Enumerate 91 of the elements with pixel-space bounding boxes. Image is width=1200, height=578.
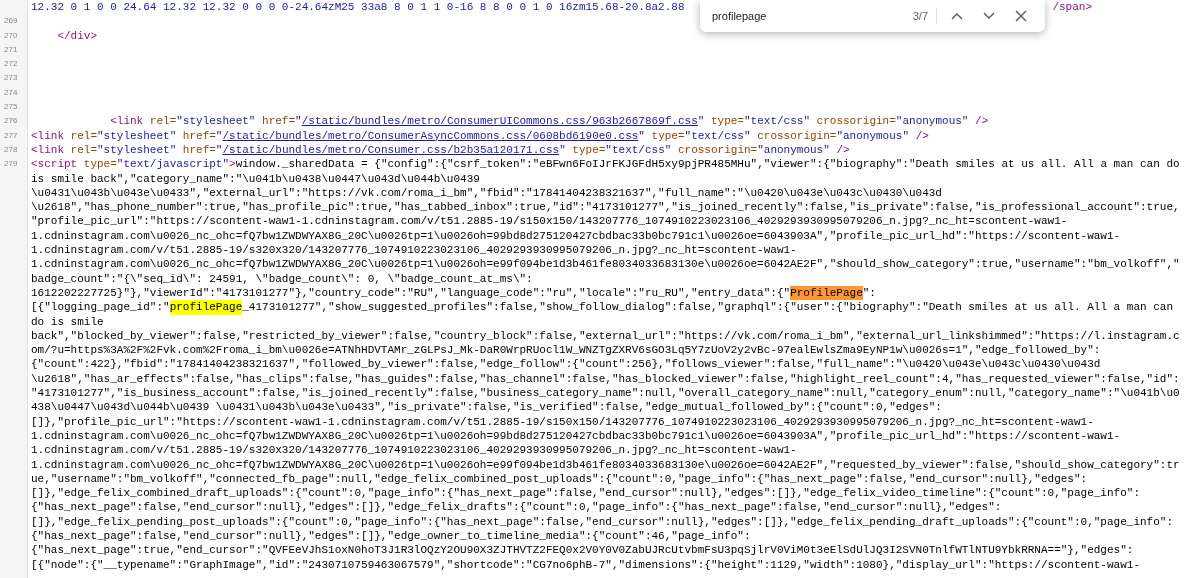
line-number: 274 (4, 87, 18, 97)
attribute-value: "stylesheet" (176, 114, 257, 129)
attribute-value: "anonymous" (836, 128, 911, 143)
script-text: 438\u0447\u043d\u044b\u0439 \u0431\u043b\u043e\u0433","is_private":false,"is_verified":false,"edge_mutual_followed_by":{"count":0,"edges": (31, 400, 942, 415)
attribute-value: " (215, 128, 223, 143)
script-text: ": (862, 285, 876, 301)
script-text: window._sharedData = {"config":{"csrf_token":"eBFwn6FoIJrFKJGFdH5xy9pjPR485MHu","viewer":{"biography":"Death smiles at us all. All a man can do (235, 157, 1180, 172)
script-text: is smile back","category_name":"\u041b\u0438\u0447\u043d\u044b\u0439 (31, 171, 480, 186)
script-text: 1.cdninstagram.com\u0026_nc_ohc=fQ7bw1ZWDWYAX8G_20C\u0026tp=1\u0026oh=e99f094be1d3b461fe8034033683130e\u0026oe=6042AE2F","should_show_category":true,"username":"bm_volkoff"," (31, 257, 1180, 272)
line-number: 273 (4, 73, 18, 83)
current-search-match: ProfilePage (790, 285, 863, 301)
line-number: 279 (4, 159, 18, 169)
attribute-name: type= (710, 114, 744, 129)
chevron-up-icon (951, 12, 963, 20)
script-text: "profile_pic_url":"https://scontent-waw1-1.cdninstagram.com/v/t51.2885-19/s150x150/143207776_1074910223023106_4029293930995079206_n.jpg?_nc_ht=scontent-waw1- (31, 214, 1068, 229)
attribute-name: crossorigin= (757, 128, 837, 143)
script-text: 1.cdninstagram.com\u0026_nc_ohc=fQ7bw1ZWDWYAX8G_20C\u0026tp=1\u0026oh=99bd8d275120427cbdbac33b0bc791c1\u0026oe=6043903A","profile_pic_url_hd":"https://scontent-waw1- (31, 428, 1121, 444)
attribute-name: href= (262, 114, 296, 129)
html-tag: /> (836, 142, 850, 158)
script-text: back","blocked_by_viewer":false,"restricted_by_viewer":false,"country_block":false,"external_url":"https://vk.com/roma_i_bm","external_url_linkshimmed":"https://l.instagram.c (31, 328, 1180, 344)
script-text: "4173101277","is_business_account":false,"is_joined_recently":false,"business_category_name":null,"overall_category_name":null,"category_enum":null,"category_name":"\u041b\u0 (31, 386, 1180, 401)
script-text: 1.cdninstagram.com\u0026_nc_ohc=fQ7bw1ZWDWYAX8G_20C\u0026tp=1\u0026oh=99bd8d275120427cbdbac33b0bc791c1\u0026oe=6043903A","profile_pic_url_hd":"https://scontent-waw1- (31, 228, 1121, 244)
script-text: 1.cdninstagram.com\u0026_nc_ohc=fQ7bw1ZWDWYAX8G_20C\u0026tp=1\u0026oh=e99f094be1d3b461fe8034033683130e\u0026oe=6042AE2F","requested_by_viewer":false,"should_show_category":tr (31, 457, 1180, 472)
script-text: [{"node":{"__typename":"GraphImage","id":"2430710759463067579","shortcode":"CG7no6phB-7","dimensions":{"height":1129,"width":1080},"display_url":"https://scontent-waw1- (31, 557, 1140, 572)
script-text: badge_count":"{\"seq_id\": 24591, \"badge_count\": 0, \"badge_count_at_ms\": (31, 271, 533, 286)
script-text: \u2618","has_ar_effects":false,"has_clips":false,"has_guides":false,"has_channel":false,"has_blocked_viewer":false,"highlight_reel_count":4,"has_requested_viewer":false,"id": (31, 371, 1180, 386)
script-text: {"count":422},"fbid":"17841404238321637","followed_by_viewer":false,"edge_follow":{"count":256},"follows_viewer":false,"full_name":"\u0420\u043e\u043c\u0430\u043d (31, 357, 1101, 372)
script-text: \u2618","has_phone_number":true,"has_profile_pic":true,"has_tabbed_inbox":true,"id":"4173101277","is_joined_recently":false,"is_private":false,"is_professional_account":true, (31, 200, 1180, 215)
attribute-value: "stylesheet" (97, 128, 178, 143)
html-tag: <script (31, 157, 84, 172)
script-text: 1612202227725}"},"viewerId":"4173101277"},"country_code":"RU","language_code":"ru","locale":"ru_RU","entry_data":{" (31, 285, 791, 301)
attribute-value: "text/css" (684, 128, 752, 143)
attribute-value: " (697, 114, 706, 129)
attribute-name: type= (572, 142, 606, 158)
attribute-value: "text/css" (605, 142, 673, 158)
attribute-name: rel= (70, 142, 97, 158)
stylesheet-link[interactable]: /static/bundles/metro/ConsumerAsyncCommons.css/0608bd6190e0.css (222, 128, 639, 143)
script-text: {"has_next_page":false,"end_cursor":null},"edges":[]},"edge_felix_drafts":{"count":0,"page_info":{"has_next_page":false,"end_cursor":null},"edges": (31, 500, 1002, 515)
attribute-value: " (638, 128, 646, 143)
attribute-name: crossorigin= (677, 142, 758, 158)
attribute-value: 12.32 0 1 0 0 24.64 12.32 12.32 0 0 0 0-24.64zM25 33a8 8 0 1 1 0-16 8 8 0 0 1 0 16zm15.68-20.8a2.88 (31, 0, 685, 15)
stylesheet-link[interactable]: /static/bundles/metro/ConsumerUICommons.css/963b2667869f.css (301, 114, 698, 129)
html-tag: > (229, 157, 236, 172)
script-text: _4173101277","show_suggested_profiles":false,"show_follow_dialog":false,"graphql":{"user":{"biography":"Death smiles at us all. All a man can (242, 300, 1173, 315)
line-number: 272 (4, 59, 18, 69)
attribute-name: rel= (70, 128, 97, 143)
script-text: []},"edge_felix_pending_post_uploads":{"count":0,"page_info":{"has_next_page":false,"end_cursor":null},"edges":[]},"edge_felix_pending_draft_uploads":{"count":0,"page_info": (31, 514, 1173, 529)
attribute-value: " (215, 142, 223, 158)
attribute-value: "anonymous" (895, 114, 970, 129)
script-text: []},"edge_felix_combined_draft_uploads":{"count":0,"page_info":{"has_next_page":false,"end_cursor":null},"edges":[]},"edge_felix_video_timeline":{"count":0,"page_info": (31, 486, 1140, 501)
attribute-name: href= (182, 142, 216, 158)
line-number: 277 (4, 130, 18, 140)
attribute-name: type= (651, 128, 685, 143)
attribute-value: "anonymous" (757, 142, 831, 158)
script-text: []},"profile_pic_url":"https://scontent-waw1-1.cdninstagram.com/v/t51.2885-19/s150x150/143207776_1074910223023106_4029293930995079206_n.jpg?_nc_ht=scontent-waw1- (31, 414, 1094, 429)
script-text: 1.cdninstagram.com/v/t51.2885-19/s320x320/143207776_1074910223023106_4029293930995079206_n.jpg?_nc_ht=scontent-waw1- (31, 243, 797, 258)
script-text: ue,"username":"bm_volkoff","connected_fb_page":null,"edge_felix_combined_post_uploads":{"count":0,"page_info":{"has_next_page":false,"end_cursor":null},"edges": (31, 471, 1088, 487)
html-tag: <link (31, 142, 71, 158)
script-text: om/?u=https%3A%2F%2Fvk.com%2Froma_i_bm\u0026e=ATNhHDVTAMr_zGLPsJ_Mk-DaR0WrpRUocl1W_WNZTgZXRV6sGO3Lq5Y7zUoV2y2vBc-97ealEwlsZma9EyNP1w\u0026s=1","edge_followed_by": (31, 343, 1101, 358)
attribute-value: "text/css" (744, 114, 811, 129)
html-tag: <link (31, 114, 150, 129)
line-number: 276 (4, 116, 18, 126)
html-tag: /> (975, 114, 989, 129)
line-number: 269 (4, 16, 18, 26)
attribute-name: crossorigin= (816, 114, 896, 129)
attribute-name: rel= (149, 114, 177, 129)
line-number: 278 (4, 144, 18, 154)
line-number: 270 (4, 30, 18, 40)
attribute-value: "text/javascript" (116, 157, 230, 172)
html-tag: /> (915, 128, 929, 143)
script-text: \u0431\u043b\u043e\u0433","external_url":"https://vk.com/roma_i_bm","fbid":"17841404238321637","full_name":"\u0420\u043e\u043c\u0430\u043d (31, 185, 942, 201)
attribute-value: "stylesheet" (97, 142, 178, 158)
script-text: do is smile (31, 314, 104, 329)
attribute-name: type= (83, 157, 117, 172)
html-tag: <link (31, 128, 71, 143)
close-icon (1015, 10, 1027, 22)
attribute-value: " (559, 142, 567, 158)
line-number: 271 (4, 44, 18, 54)
attribute-value: " (295, 114, 302, 129)
script-text: [{"logging_page_id":" (31, 300, 170, 315)
match-count: 3/7 (912, 7, 937, 25)
attribute-name: href= (182, 128, 216, 143)
script-text: {"has_next_page":false,"end_cursor":null},"edges":[]},"edge_owner_to_timeline_media":{"count":46,"page_info": (31, 529, 751, 544)
find-input[interactable]: profilepage (712, 7, 905, 25)
line-number: 275 (4, 102, 18, 112)
html-tag: /span> (1052, 0, 1092, 15)
script-text: {"has_next_page":true,"end_cursor":"QVFEeVJhS1oxN0hoT3J1R3lOQzY2OU90X3ZJTHVTZ2FEQ0x2V0Y0V0ZabUJRcUtvbmFsU3pqSjlrV0ViM0t3eElSdUlJQ3I2SVN0TnlfWTlNTU9YbkRRNA=="},"edges": (31, 543, 1134, 558)
chevron-down-icon (983, 12, 995, 20)
html-tag: </div> (31, 28, 97, 43)
script-text: 1.cdninstagram.com/v/t51.2885-19/s320x320/143207776_1074910223023106_4029293930995079206_n.jpg?_nc_ht=scontent-waw1- (31, 443, 797, 458)
stylesheet-link[interactable]: /static/bundles/metro/Consumer.css/b2b35a120171.css (222, 142, 560, 158)
